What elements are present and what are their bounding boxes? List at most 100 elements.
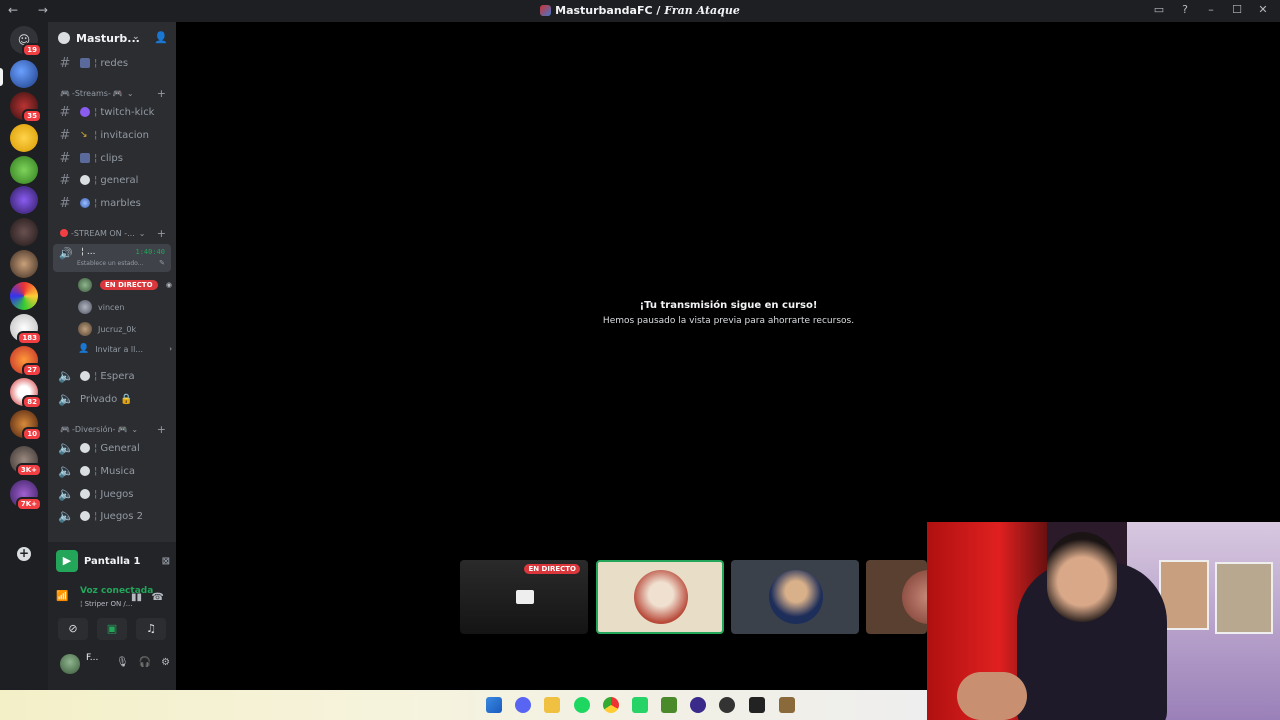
camera-off-button[interactable]: ⊘ <box>58 618 88 640</box>
voice-channel-label[interactable]: ¦ Striper ON /... <box>80 600 132 608</box>
voice-channel-musica[interactable]: 🔈 ¦ Musica <box>54 461 172 481</box>
obs-icon[interactable] <box>719 697 735 713</box>
server-rail: ☺ 19 35 183 27 82 10 3K+ 7K+ + <box>0 22 48 690</box>
spotify-icon[interactable] <box>574 697 590 713</box>
channel-general[interactable]: # ¦ general <box>54 170 172 190</box>
red-dot-icon <box>60 229 68 237</box>
add-channel-icon[interactable]: + <box>157 227 166 240</box>
server-14[interactable]: 7K+ <box>10 480 42 511</box>
discord-taskbar-icon[interactable] <box>515 697 531 713</box>
server-2[interactable]: 35 <box>10 92 42 123</box>
category-streams[interactable]: 🎮 -Streams- 🎮 ⌄ + <box>60 86 168 100</box>
voice-channel-espera[interactable]: 🔈 ¦ Espera <box>54 366 172 386</box>
participant-tile-self[interactable] <box>596 560 724 634</box>
category-stream-on[interactable]: -STREAM ON -... ⌄ + <box>60 226 168 240</box>
signal-icon[interactable]: 📶 <box>56 591 68 602</box>
channel-invitacion[interactable]: # ↘ ¦ invitacion <box>54 125 172 145</box>
hash-icon: # <box>59 150 71 166</box>
server-4[interactable] <box>10 156 38 184</box>
file-explorer-icon[interactable] <box>544 697 560 713</box>
voice-connection: 📶 Voz conectada ¦ Striper ON /... ▮▮ ☎ <box>56 586 170 616</box>
server-9[interactable]: 183 <box>10 314 42 345</box>
avatar <box>769 570 823 624</box>
edit-icon[interactable]: ✎ <box>159 259 165 267</box>
help-icon[interactable]: ? <box>1178 3 1192 16</box>
speaker-icon: 🔊 <box>59 247 73 260</box>
minecraft-icon[interactable] <box>661 697 677 713</box>
speaker-icon: 🔈 <box>58 368 75 384</box>
add-server-button[interactable]: + <box>17 547 31 561</box>
speech-bubble-icon <box>80 175 90 185</box>
invite-icon: 👤 <box>78 344 90 354</box>
server-5[interactable] <box>10 186 38 214</box>
server-3[interactable] <box>10 124 38 152</box>
speaker-icon: 🔈 <box>58 440 75 456</box>
gear-icon[interactable]: ⚙ <box>161 657 170 668</box>
current-user: F... 🎙 🎧 ⚙ <box>56 650 174 680</box>
voice-connected-label[interactable]: Voz conectada <box>80 586 153 596</box>
voice-channel-general[interactable]: 🔈 ¦ General <box>54 438 172 458</box>
voice-channel-privado[interactable]: 🔈 Privado 🔒 <box>54 389 172 409</box>
avatar <box>78 278 92 292</box>
share-screen-button[interactable]: ▣ <box>97 618 127 640</box>
chrome-icon[interactable] <box>603 697 619 713</box>
voice-channel-juegos[interactable]: 🔈 ¦ Juegos <box>54 484 172 504</box>
speaker-icon: 🔈 <box>58 391 75 407</box>
category-diversion[interactable]: 🎮 -Diversión- 🎮 ⌄ + <box>60 422 168 436</box>
participant-tile-vincen[interactable] <box>731 560 859 634</box>
voice-status[interactable]: Establece un estado... <box>77 260 143 267</box>
invite-to-voice[interactable]: 👤 Invitar a ll... › <box>78 340 174 358</box>
maximize-button[interactable]: ☐ <box>1230 3 1244 16</box>
noise-suppression-icon[interactable]: ▮▮ <box>131 592 142 603</box>
server-1[interactable] <box>10 60 38 88</box>
person-head <box>1047 532 1117 622</box>
server-6[interactable] <box>10 218 38 246</box>
inbox-icon[interactable]: ▭ <box>1152 3 1166 16</box>
app-icon[interactable] <box>749 697 765 713</box>
username[interactable]: F... <box>86 653 98 663</box>
channel-redes[interactable]: # ¦ redes <box>54 53 172 73</box>
server-10[interactable]: 27 <box>10 346 42 377</box>
server-11[interactable]: 82 <box>10 378 42 409</box>
disconnect-icon[interactable]: ☎ <box>152 592 164 603</box>
channel-twitch-kick[interactable]: # ¦ twitch-kick <box>54 102 172 122</box>
stop-share-icon[interactable]: ⊠ <box>162 556 170 567</box>
app-icon[interactable] <box>690 697 706 713</box>
server-12[interactable]: 10 <box>10 410 42 441</box>
headphones-icon[interactable]: 🎧 <box>139 657 151 668</box>
server-8[interactable] <box>10 282 38 310</box>
title-channel: Fran Ataque <box>664 4 740 17</box>
microphone-icon[interactable]: 🎙 <box>116 657 129 668</box>
avatar[interactable] <box>60 654 80 674</box>
channel-marbles[interactable]: # ¦ marbles <box>54 193 172 213</box>
title-server: MasturbandaFC / <box>555 4 665 17</box>
home-button[interactable]: ☺ 19 <box>10 26 42 57</box>
screen-share-status[interactable]: ▶ Pantalla 1 ⊠ <box>56 548 170 574</box>
add-channel-icon[interactable]: + <box>157 423 166 436</box>
voice-user-vincen[interactable]: vincen <box>78 298 174 316</box>
server-13[interactable]: 3K+ <box>10 446 42 477</box>
soundboard-button[interactable]: ♫ <box>136 618 166 640</box>
voice-user-self[interactable]: EN DIRECTO ◉ <box>78 276 174 294</box>
server-name: Masturb... <box>76 31 140 45</box>
server-header[interactable]: Masturb... ⌄ 👤 <box>48 22 176 54</box>
channel-clips[interactable]: # ¦ clips <box>54 148 172 168</box>
participant-tile-jucruz[interactable] <box>866 560 927 634</box>
app-icon[interactable] <box>779 697 795 713</box>
hash-icon: # <box>59 195 71 211</box>
server-7[interactable] <box>10 250 38 278</box>
paused-preview-message: ¡Tu transmisión sigue en curso! Hemos pa… <box>177 300 1280 326</box>
hash-icon: # <box>59 104 71 120</box>
windows-start-icon[interactable] <box>486 697 502 713</box>
voice-channel-juegos-2[interactable]: 🔈 ¦ Juegos 2 <box>54 506 172 526</box>
invite-people-icon[interactable]: 👤 <box>154 31 168 44</box>
participant-tile-stream[interactable]: EN DIRECTO <box>460 560 588 634</box>
minimize-button[interactable]: – <box>1204 3 1218 16</box>
avatar <box>634 570 688 624</box>
whatsapp-icon[interactable] <box>632 697 648 713</box>
active-voice-channel[interactable]: 🔊 ¦ ... 1:40:40 Establece un estado... ✎ <box>53 244 171 272</box>
chevron-down-icon[interactable]: ⌄ <box>132 32 140 42</box>
add-channel-icon[interactable]: + <box>157 87 166 100</box>
voice-user-jucruz[interactable]: Jucruz_0k <box>78 320 174 338</box>
close-button[interactable]: ✕ <box>1256 3 1270 16</box>
